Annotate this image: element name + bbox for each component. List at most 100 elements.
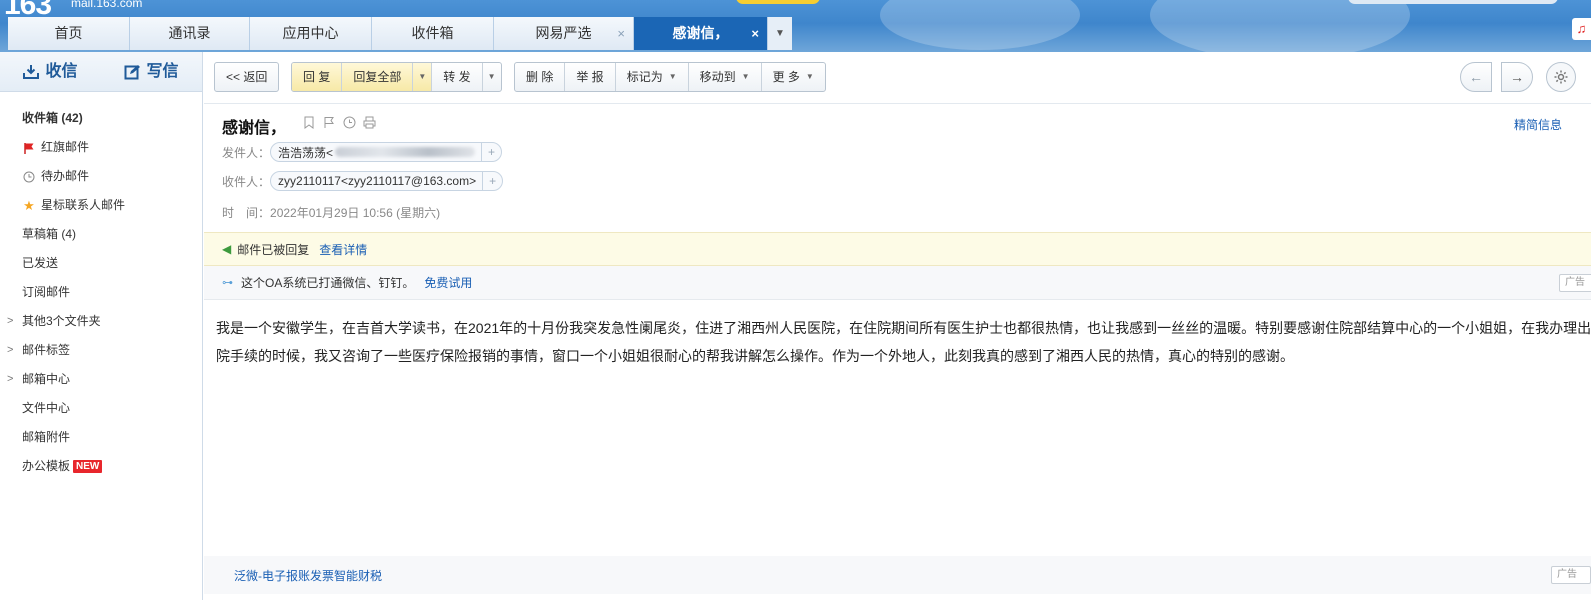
sidebar-item-red-flag[interactable]: 红旗邮件: [0, 133, 202, 162]
back-button[interactable]: << 返回: [215, 63, 278, 91]
move-to-label: 移动到: [699, 70, 736, 84]
tab-home[interactable]: 首页: [8, 17, 130, 50]
sidebar-item-file-center[interactable]: 文件中心: [0, 394, 202, 423]
chevron-down-icon: ▼: [805, 72, 814, 81]
logo-domain: mail.163.com: [71, 0, 143, 10]
sidebar-item-attachments[interactable]: 邮箱附件: [0, 423, 202, 452]
compose-label: 写信: [146, 63, 179, 80]
settings-button[interactable]: [1546, 62, 1576, 92]
delete-button[interactable]: 删 除: [515, 63, 566, 91]
recipient-address: zyy2110117<zyy2110117@163.com>: [278, 174, 477, 188]
recipient-chip[interactable]: zyy2110117<zyy2110117@163.com> +: [270, 171, 504, 191]
banner-promo-button[interactable]: [736, 0, 820, 4]
sidebar-item-label: 邮箱中心: [22, 372, 71, 386]
tab-contacts[interactable]: 通讯录: [130, 17, 250, 50]
reply-button[interactable]: 回 复: [292, 63, 343, 91]
cloud-decoration: [880, 0, 1080, 50]
tab-label: 通讯录: [168, 25, 211, 41]
receive-button[interactable]: 收信: [0, 52, 101, 92]
sidebar-item-other-folders[interactable]: > 其他3个文件夹: [0, 307, 202, 336]
sidebar-item-label: 待办邮件: [41, 169, 90, 183]
reply-group: 回 复 回复全部 ▼ 转 发 ▼: [291, 62, 502, 92]
tab-inbox[interactable]: 收件箱: [372, 17, 494, 50]
print-icon[interactable]: [362, 115, 376, 129]
ad-tag-label: 广告: [1557, 569, 1577, 580]
sent-time: 2022年01月29日 10:56 (星期六): [270, 206, 441, 220]
star-icon: ★: [23, 198, 35, 213]
mark-as-button[interactable]: 标记为 ▼: [616, 63, 689, 91]
inbox-count: (42): [61, 111, 83, 125]
prev-mail-button[interactable]: ←: [1460, 62, 1492, 92]
time-label: 时 间：: [222, 206, 271, 220]
sidebar-item-label: 邮箱附件: [22, 430, 71, 444]
sidebar-item-label: 星标联系人邮件: [41, 198, 126, 212]
tab-label: 应用中心: [282, 25, 339, 41]
ad-tag[interactable]: 广告: [1559, 273, 1591, 292]
replied-notice: ◀ 邮件已被回复 查看详情: [204, 232, 1591, 266]
clock-icon[interactable]: [342, 115, 356, 129]
next-mail-button[interactable]: →: [1501, 62, 1533, 92]
sidebar-item-star-contacts[interactable]: ★ 星标联系人邮件: [0, 191, 202, 220]
chevron-right-icon: >: [7, 315, 14, 327]
sidebar-item-labels[interactable]: > 邮件标签: [0, 336, 202, 365]
view-details-link[interactable]: 查看详情: [319, 241, 367, 258]
replied-text: 邮件已被回复: [237, 242, 310, 257]
reply-dropdown[interactable]: ▼: [413, 63, 433, 91]
gear-icon: [1554, 70, 1568, 84]
chevron-down-icon: ▼: [487, 72, 496, 81]
free-trial-link[interactable]: 免费试用: [424, 274, 472, 291]
sidebar-item-label: 已发送: [22, 256, 59, 270]
add-contact-icon[interactable]: +: [482, 172, 502, 190]
mark-as-label: 标记为: [626, 70, 663, 84]
mail-subject: 感谢信，: [222, 120, 287, 137]
bookmark-icon[interactable]: [302, 115, 316, 129]
more-label: 更 多: [772, 70, 800, 84]
reply-all-button[interactable]: 回复全部: [342, 63, 414, 91]
receive-icon: [23, 65, 40, 79]
chevron-right-icon: >: [7, 373, 14, 385]
forward-button[interactable]: 转 发: [432, 63, 483, 91]
sidebar-item-subscriptions[interactable]: 订阅邮件: [0, 278, 202, 307]
tab-more-dropdown[interactable]: ▼: [768, 17, 792, 50]
sidebar-item-drafts[interactable]: 草稿箱 (4): [0, 220, 202, 249]
tab-yanxuan[interactable]: 网易严选 ×: [494, 17, 634, 50]
close-icon[interactable]: ×: [617, 17, 625, 50]
tab-thank-you-letter[interactable]: 感谢信， ×: [634, 17, 768, 50]
sender-row: 发件人： 浩浩荡荡< +: [222, 142, 503, 162]
flag-icon[interactable]: [322, 115, 336, 129]
sidebar-item-mail-center[interactable]: > 邮箱中心: [0, 365, 202, 394]
sender-name: 浩浩荡荡<: [278, 145, 334, 160]
new-badge: NEW: [73, 460, 103, 473]
close-icon[interactable]: ×: [751, 17, 759, 50]
ad-tag[interactable]: 广告: [1551, 566, 1591, 584]
add-contact-icon[interactable]: +: [481, 143, 501, 161]
sidebar-item-todo[interactable]: 待办邮件: [0, 162, 202, 191]
forward-dropdown[interactable]: ▼: [483, 63, 501, 91]
sidebar: 收信 写信 收件箱 (42) 红旗邮件 待办邮件 ★ 星标联系人邮件 草稿箱 (…: [0, 52, 203, 600]
top-ad-bar: ⊶ 这个OA系统已打通微信、钉钉。 免费试用 广告: [204, 266, 1591, 300]
red-flag-icon: [22, 142, 36, 154]
tab-label: 感谢信，: [672, 25, 729, 41]
key-icon: ⊶: [222, 277, 233, 289]
chevron-down-icon: ▼: [668, 72, 677, 81]
bottom-ad-link[interactable]: 泛微-电子报账发票智能财税: [234, 567, 382, 584]
time-row: 时 间：2022年01月29日 10:56 (星期六): [222, 204, 440, 221]
sidebar-item-office-templates[interactable]: 办公模板 NEW: [0, 452, 202, 481]
sidebar-item-label: 收件箱: [22, 111, 59, 125]
tab-bar: 首页 通讯录 应用中心 收件箱 网易严选 × 感谢信， × ▼: [8, 17, 792, 50]
music-icon[interactable]: ♫: [1572, 18, 1591, 40]
more-button[interactable]: 更 多 ▼: [762, 63, 825, 91]
move-to-button[interactable]: 移动到 ▼: [689, 63, 762, 91]
brief-info-link[interactable]: 精简信息: [1514, 116, 1562, 133]
compose-button[interactable]: 写信: [101, 52, 202, 92]
mail-reader: << 返回 回 复 回复全部 ▼ 转 发 ▼ 删 除 举 报 标记为 ▼ 移动到 ▼…: [204, 52, 1591, 600]
mail-body: 我是一个安徽学生，在吉首大学读书，在2021年的十月份我突发急性阑尾炎，住进了湘…: [216, 320, 1591, 364]
tab-app-center[interactable]: 应用中心: [250, 17, 372, 50]
banner-search-box[interactable]: [1348, 0, 1558, 4]
sidebar-item-sent[interactable]: 已发送: [0, 249, 202, 278]
chevron-down-icon: ▼: [775, 28, 785, 39]
sidebar-item-inbox[interactable]: 收件箱 (42): [0, 104, 202, 133]
sender-chip[interactable]: 浩浩荡荡< +: [270, 142, 503, 162]
report-button[interactable]: 举 报: [565, 63, 616, 91]
clock-icon: [22, 171, 36, 183]
